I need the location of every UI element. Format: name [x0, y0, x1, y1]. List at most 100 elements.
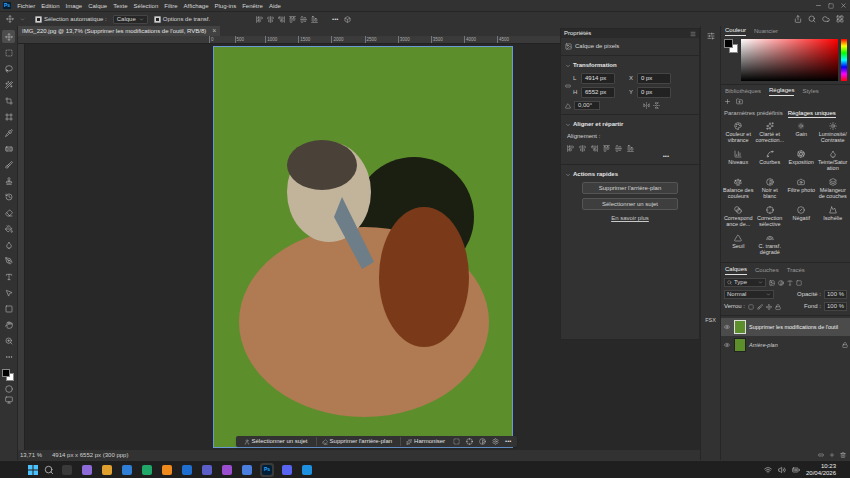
adjustment-item[interactable]: Niveaux — [723, 150, 754, 176]
filter-type-icon[interactable] — [787, 280, 793, 286]
transform-checkbox[interactable] — [154, 16, 161, 23]
lock-all-icon[interactable] — [775, 304, 781, 310]
tool-button[interactable] — [2, 334, 15, 347]
battery-icon[interactable] — [792, 466, 800, 474]
wifi-icon[interactable] — [764, 466, 772, 474]
link-layers-icon[interactable] — [818, 452, 824, 458]
search-icon[interactable] — [808, 15, 816, 23]
taskbar-app[interactable] — [160, 463, 174, 477]
align-center-icon[interactable] — [267, 16, 274, 23]
tool-button[interactable] — [2, 110, 15, 123]
link-icon[interactable] — [565, 83, 571, 89]
workspace-icon[interactable] — [836, 15, 844, 23]
add-icon[interactable] — [724, 98, 731, 105]
visibility-icon[interactable] — [724, 324, 730, 330]
more-button[interactable]: ••• — [332, 15, 338, 24]
adjustment-item[interactable]: Balance des couleurs — [723, 178, 754, 204]
taskbar-app[interactable] — [240, 463, 254, 477]
panel-tab[interactable]: Tracés — [787, 266, 805, 275]
quick-action-button[interactable]: Supprimer l'arrière-plan — [582, 182, 678, 194]
adjustment-icon[interactable] — [766, 122, 774, 130]
adjustment-item[interactable]: Isohélie — [818, 206, 849, 232]
context-action-button[interactable]: Harmoniser — [400, 437, 447, 446]
settings-icon[interactable] — [492, 438, 499, 445]
tool-icon[interactable] — [5, 113, 13, 121]
tool-button[interactable] — [2, 254, 15, 267]
adjustment-item[interactable]: Luminosité/Contraste — [818, 122, 849, 148]
chevron-icon[interactable] — [565, 122, 571, 128]
angle-input[interactable]: 0,00° — [574, 101, 600, 110]
maximize-icon[interactable] — [828, 3, 834, 9]
tool-button[interactable] — [2, 46, 15, 59]
context-action-button[interactable]: Supprimer l'arrière-plan — [316, 437, 395, 446]
auto-select[interactable]: Sélection automatique : — [35, 15, 107, 24]
menu-item[interactable]: Aide — [269, 2, 281, 10]
adjustment-icon[interactable] — [797, 178, 805, 186]
folder-icon[interactable] — [736, 98, 743, 105]
3d-icon[interactable] — [344, 16, 351, 23]
tool-button[interactable] — [2, 238, 15, 251]
visibility-icon[interactable] — [724, 342, 730, 348]
adjustment-item[interactable]: Exposition — [786, 150, 817, 176]
menu-item[interactable]: Edition — [41, 2, 59, 10]
adjustment-icon[interactable] — [734, 234, 742, 242]
filter-adjust-icon[interactable] — [778, 280, 784, 286]
align-bottom-icon[interactable] — [311, 16, 318, 23]
adjustment-icon[interactable] — [766, 206, 774, 214]
align-middle-icon[interactable] — [615, 145, 622, 152]
more-button[interactable]: ••• — [505, 437, 511, 446]
menu-item[interactable]: Image — [66, 2, 83, 10]
action-icon[interactable] — [322, 439, 328, 445]
color-swatches[interactable] — [2, 369, 15, 382]
tool-icon[interactable] — [5, 49, 13, 57]
tool-button[interactable] — [2, 94, 15, 107]
tool-icon[interactable] — [5, 337, 13, 345]
clock[interactable]: 10:2320/04/2026 — [806, 463, 836, 477]
menu-item[interactable]: Sélection — [134, 2, 159, 10]
adjustment-item[interactable]: Correction sélective — [755, 206, 786, 232]
taskbar-app[interactable] — [300, 463, 314, 477]
lock-move-icon[interactable] — [766, 304, 772, 310]
menu-item[interactable]: Affichage — [184, 2, 209, 10]
tool-button[interactable] — [2, 62, 15, 75]
adjustment-item[interactable]: Clarté et correction... — [755, 122, 786, 148]
tool-button[interactable] — [2, 142, 15, 155]
align-right-icon[interactable] — [591, 145, 598, 152]
taskbar-app[interactable] — [120, 463, 134, 477]
menu-item[interactable]: Calque — [88, 2, 107, 10]
search-icon[interactable] — [44, 465, 54, 475]
tool-icon[interactable] — [5, 129, 13, 137]
align-middle-icon[interactable] — [300, 16, 307, 23]
menu-item[interactable]: Plug-ins — [215, 2, 237, 10]
tool-button[interactable] — [2, 174, 15, 187]
panel-menu-icon[interactable] — [690, 31, 696, 37]
adjustment-icon[interactable] — [797, 206, 805, 214]
flip-vertical-icon[interactable] — [653, 102, 660, 109]
learn-more-link[interactable]: En savoir plus — [611, 214, 649, 223]
height-field-input[interactable]: 6552 px — [581, 87, 615, 98]
target-icon[interactable] — [466, 438, 473, 445]
chevron-icon[interactable] — [565, 172, 571, 178]
tool-button[interactable] — [2, 302, 15, 315]
start-icon[interactable] — [28, 465, 38, 475]
tool-button[interactable] — [2, 222, 15, 235]
transform-controls[interactable]: Options de transf. — [154, 15, 210, 24]
tool-icon[interactable] — [5, 145, 13, 153]
adjust-icon[interactable] — [479, 438, 486, 445]
taskbar-app[interactable] — [140, 463, 154, 477]
dropdown-icon[interactable] — [139, 17, 144, 22]
adjustment-icon[interactable] — [829, 122, 837, 130]
tool-icon[interactable] — [5, 209, 13, 217]
blend-dropdown[interactable]: Normal — [724, 290, 774, 299]
tool-icon[interactable] — [5, 177, 13, 185]
tool-icon[interactable] — [5, 161, 13, 169]
align-right-icon[interactable] — [278, 16, 285, 23]
filter-shape-icon[interactable] — [796, 280, 802, 286]
layer-row[interactable]: Supprimer les modifications de l'outil — [721, 318, 850, 336]
auto-select-checkbox[interactable] — [35, 16, 42, 23]
tab-close-button[interactable]: × — [212, 27, 216, 35]
tool-icon[interactable] — [5, 97, 13, 105]
tool-button[interactable] — [2, 190, 15, 203]
taskbar-app[interactable] — [180, 463, 194, 477]
tool-button[interactable] — [2, 126, 15, 139]
